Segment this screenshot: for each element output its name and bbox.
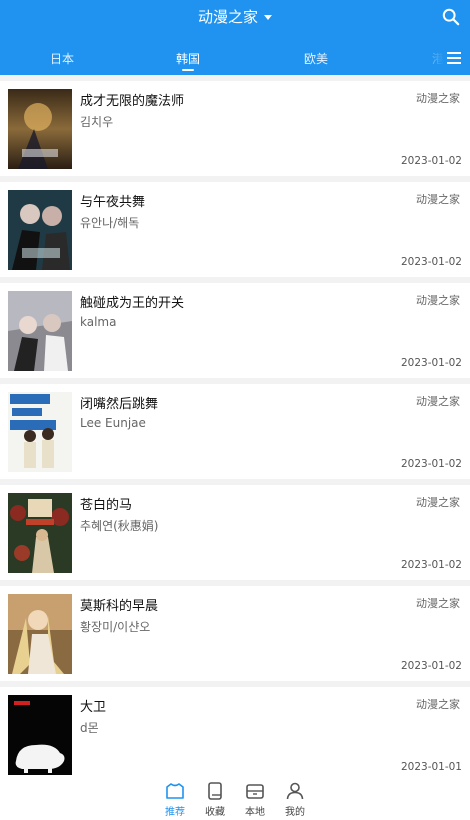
recommend-icon [166, 783, 184, 799]
list-item[interactable]: 大卫 d몬 动漫之家 2023-01-01 [0, 687, 470, 782]
tab-western[interactable]: 欧美 [304, 50, 328, 67]
menu-icon[interactable] [447, 52, 461, 64]
comic-title: 成才无限的魔法师 [80, 94, 185, 109]
comic-title: 苍白的马 [80, 498, 133, 513]
nav-label: 推荐 [165, 807, 185, 818]
comic-cover [8, 594, 72, 674]
top-app-bar: 动漫之家 日本 韩国 欧美 港 [0, 0, 470, 75]
comic-title: 与午夜共舞 [80, 195, 146, 210]
nav-mine[interactable]: 我的 [275, 781, 315, 818]
comic-source: 动漫之家 [416, 92, 460, 105]
comic-author: d몬 [80, 721, 99, 735]
comic-cover [8, 392, 72, 472]
comic-cover [8, 291, 72, 371]
comic-cover [8, 493, 72, 573]
comic-cover [8, 190, 72, 270]
nav-favorites[interactable]: 收藏 [195, 781, 235, 818]
bookmark-book-icon [208, 782, 222, 800]
comic-source: 动漫之家 [416, 395, 460, 408]
nav-label: 我的 [285, 807, 305, 818]
comic-source: 动漫之家 [416, 698, 460, 711]
list-item[interactable]: 触碰成为王的开关 kalma 动漫之家 2023-01-02 [0, 283, 470, 378]
tab-korea[interactable]: 韩国 [176, 50, 200, 67]
comic-source: 动漫之家 [416, 193, 460, 206]
update-date: 2023-01-02 [400, 357, 462, 369]
user-icon [286, 782, 304, 800]
update-date: 2023-01-02 [400, 559, 462, 571]
comic-author: 황장미/이샨오 [80, 620, 151, 634]
comic-author: 유안나/해독 [80, 216, 140, 230]
comic-cover [8, 695, 72, 775]
list-item[interactable]: 莫斯科的早晨 황장미/이샨오 动漫之家 2023-01-02 [0, 586, 470, 681]
comic-source: 动漫之家 [416, 496, 460, 509]
list-item[interactable]: 与午夜共舞 유안나/해독 动漫之家 2023-01-02 [0, 182, 470, 277]
comic-title: 莫斯科的早晨 [80, 599, 159, 614]
update-date: 2023-01-02 [400, 458, 462, 470]
tab-japan[interactable]: 日本 [50, 50, 74, 67]
list-item[interactable]: 成才无限的魔法师 김치우 动漫之家 2023-01-02 [0, 81, 470, 176]
update-date: 2023-01-02 [400, 155, 462, 167]
tab-fade [414, 46, 444, 72]
nav-local[interactable]: 本地 [235, 781, 275, 818]
bottom-navigation: 推荐 收藏 本地 我的 [0, 775, 470, 820]
comic-title: 大卫 [80, 700, 107, 715]
list-item[interactable]: 闭嘴然后跳舞 Lee Eunjae 动漫之家 2023-01-02 [0, 384, 470, 479]
update-date: 2023-01-02 [400, 256, 462, 268]
comic-author: 김치우 [80, 115, 114, 129]
update-date: 2023-01-02 [400, 660, 462, 672]
comic-title: 触碰成为王的开关 [80, 296, 185, 311]
list-item[interactable]: 苍白的马 추혜연(秋惠娟) 动漫之家 2023-01-02 [0, 485, 470, 580]
comic-author: 추혜연(秋惠娟) [80, 519, 159, 533]
dropdown-caret-icon [264, 15, 272, 20]
comic-source: 动漫之家 [416, 597, 460, 610]
comic-source: 动漫之家 [416, 294, 460, 307]
source-selector[interactable]: 动漫之家 [0, 6, 470, 27]
local-storage-icon [246, 784, 264, 799]
comic-cover [8, 89, 72, 169]
nav-label: 收藏 [205, 807, 225, 818]
comic-author: kalma [80, 315, 117, 329]
region-tabs: 日本 韩国 欧美 港 [0, 50, 470, 75]
comic-list: 成才无限的魔法师 김치우 动漫之家 2023-01-02 与午夜共舞 유안나/해… [0, 81, 470, 788]
comic-author: Lee Eunjae [80, 416, 146, 430]
nav-label: 本地 [245, 807, 265, 818]
comic-title: 闭嘴然后跳舞 [80, 397, 159, 412]
nav-recommend[interactable]: 推荐 [155, 781, 195, 818]
search-icon[interactable] [442, 8, 460, 26]
active-tab-indicator [182, 69, 194, 71]
update-date: 2023-01-01 [400, 761, 462, 773]
source-title: 动漫之家 [197, 8, 258, 26]
